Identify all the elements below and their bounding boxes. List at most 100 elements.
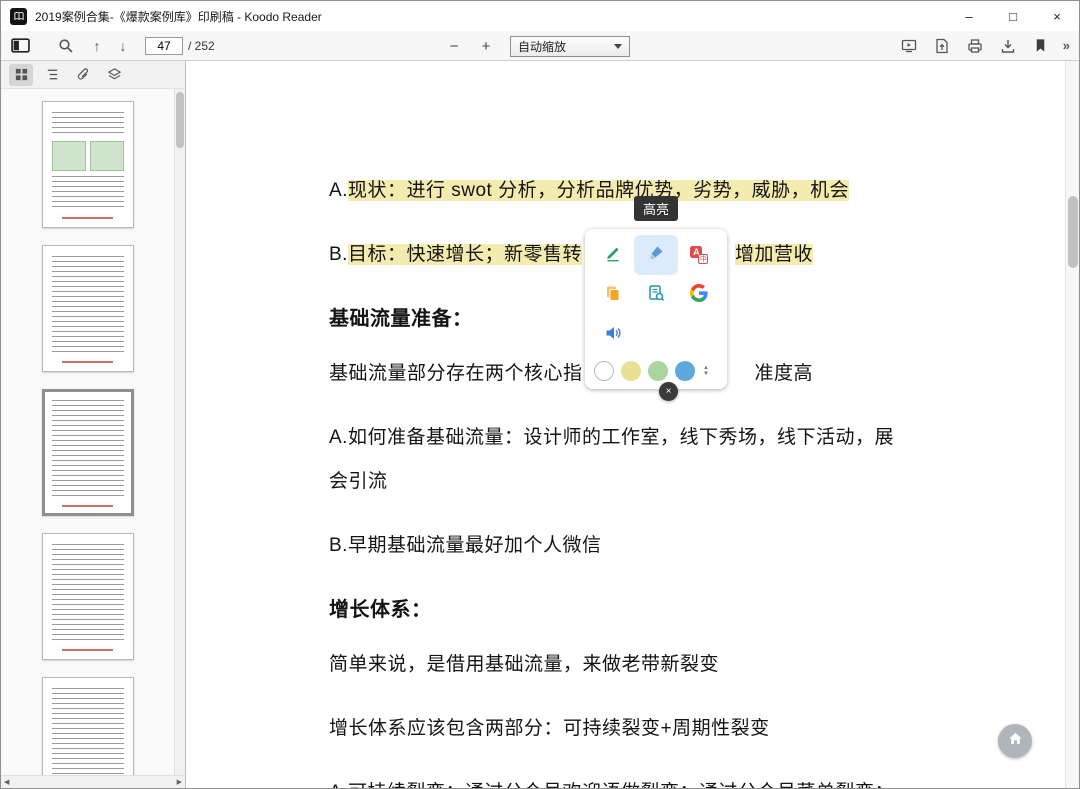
page-thumbnail[interactable] — [42, 101, 134, 228]
outline-tab[interactable] — [40, 64, 64, 86]
page-thumbnail[interactable] — [42, 389, 134, 516]
highlight-color-swatch[interactable] — [621, 361, 641, 381]
zoom-out-button[interactable]: − — [444, 38, 464, 55]
document-heading: 增长体系： — [329, 588, 907, 632]
text-run: 准度高 — [755, 363, 814, 384]
google-search-button[interactable] — [678, 275, 721, 315]
window-title: 2019案例合集-《爆款案例库》印刷稿 - Koodo Reader — [35, 8, 947, 25]
text-run: 基础流量部分存在两个核心指 — [329, 363, 583, 384]
search-in-doc-button[interactable] — [634, 275, 677, 315]
document-paragraph: B.早期基础流量最好加个人微信 — [329, 524, 907, 568]
copy-button[interactable] — [591, 275, 634, 315]
search-button[interactable] — [55, 35, 77, 57]
sidebar: ◀ ▶ — [1, 61, 186, 788]
text-run: A. — [329, 180, 348, 201]
document-viewer: A.现状：进行 swot 分析，分析品牌优势，劣势，威胁，机会 B.目标：快速增长… — [186, 61, 1079, 788]
text-run: B.早期基础流量最好加个人微信 — [329, 535, 601, 556]
annotation-tool-grid: A 中 — [591, 235, 721, 355]
pdf-toolbar: ↑ ↓ / 252 − + 自动缩放 — [1, 31, 1079, 61]
zoom-in-button[interactable]: + — [476, 38, 496, 55]
app-window: 2019案例合集-《爆款案例库》印刷稿 - Koodo Reader – □ ×… — [0, 0, 1080, 789]
pen-annotation-button[interactable] — [591, 235, 634, 275]
document-paragraph: 简单来说，是借用基础流量，来做老带新裂变 — [329, 643, 907, 687]
document-paragraph: 增长体系应该包含两部分：可持续裂变+周期性裂变 — [329, 707, 907, 751]
download-button[interactable] — [997, 35, 1019, 57]
print-button[interactable] — [964, 35, 986, 57]
translate-icon: A 中 — [690, 246, 708, 264]
highlight-button[interactable] — [634, 235, 677, 275]
scroll-right-icon[interactable]: ▶ — [177, 778, 182, 786]
thumbnails-tab[interactable] — [9, 64, 33, 86]
text-run: 增长体系： — [329, 599, 432, 621]
thumbnail-list — [1, 89, 174, 775]
page-thumbnail[interactable] — [42, 245, 134, 372]
scrollbar-thumb[interactable] — [1068, 196, 1078, 268]
translate-cjk-glyph: 中 — [698, 254, 708, 264]
scroll-left-icon[interactable]: ◀ — [4, 778, 9, 786]
highlighted-text: 增加营收 — [735, 244, 813, 265]
highlighted-text: 现状：进行 swot 分析，分析品牌优势，劣势，威胁，机会 — [348, 180, 849, 201]
highlighted-text: 目标：快速增长；新零售转 — [348, 244, 582, 265]
pen-annotation-icon — [604, 244, 622, 267]
scrollbar-thumb[interactable] — [176, 92, 184, 148]
minimize-button[interactable]: – — [947, 1, 991, 31]
zoom-select-value: 自动缩放 — [518, 38, 566, 55]
layers-tab[interactable] — [102, 64, 126, 86]
titlebar: 2019案例合集-《爆款案例库》印刷稿 - Koodo Reader – □ × — [1, 1, 1079, 31]
spinner-down-icon[interactable]: ▼ — [703, 371, 709, 377]
annotation-popup: A 中 — [585, 229, 727, 389]
copy-icon — [604, 284, 622, 307]
content-row: ◀ ▶ A.现状：进行 swot 分析，分析品牌优势，劣势，威胁，机会 B.目标：… — [1, 61, 1079, 788]
more-tools-button[interactable]: » — [1063, 38, 1070, 53]
sidebar-vertical-scrollbar[interactable] — [174, 89, 185, 775]
highlight-tooltip: 高亮 — [634, 196, 678, 221]
highlight-color-swatch[interactable] — [594, 361, 614, 381]
presentation-mode-button[interactable] — [898, 35, 920, 57]
maximize-button[interactable]: □ — [991, 1, 1035, 31]
document-paragraph: A.现状：进行 swot 分析，分析品牌优势，劣势，威胁，机会 — [329, 169, 907, 213]
chevron-down-icon — [614, 44, 622, 49]
text-to-speech-icon — [604, 324, 622, 347]
page-count-label: / 252 — [188, 39, 215, 53]
text-run: 简单来说，是借用基础流量，来做老带新裂变 — [329, 654, 719, 675]
toolbar-zoom-group: − + 自动缩放 — [444, 31, 630, 61]
text-run: A.可持续裂变：通过公众号欢迎语做裂变；通过公众号菜单裂变； — [329, 782, 894, 788]
popup-close-button[interactable]: × — [659, 382, 678, 401]
page-thumbnail[interactable] — [42, 677, 134, 775]
toolbar-left-group: ↑ ↓ / 252 — [1, 35, 215, 57]
sidebar-horizontal-scrollbar[interactable]: ◀ ▶ — [1, 775, 185, 788]
previous-page-button[interactable]: ↑ — [87, 38, 107, 54]
zoom-select[interactable]: 自动缩放 — [510, 36, 630, 57]
app-logo-icon — [10, 8, 27, 25]
highlight-color-row: ▲ ▼ — [591, 355, 721, 385]
color-spinner[interactable]: ▲ ▼ — [703, 365, 709, 377]
highlight-color-swatch[interactable] — [675, 361, 695, 381]
google-search-icon — [690, 284, 708, 307]
text-run: 增长体系应该包含两部分：可持续裂变+周期性裂变 — [329, 718, 770, 739]
speech-button[interactable] — [591, 315, 634, 355]
document-paragraph: A.可持续裂变：通过公众号欢迎语做裂变；通过公众号菜单裂变； — [329, 771, 907, 788]
home-button[interactable] — [998, 724, 1032, 758]
attachments-tab[interactable] — [71, 64, 95, 86]
page-thumbnail[interactable] — [42, 533, 134, 660]
translate-button[interactable]: A 中 — [678, 235, 721, 275]
home-icon — [1007, 730, 1024, 752]
text-run: B. — [329, 244, 348, 265]
search-in-document-icon — [647, 284, 665, 307]
highlight-marker-icon — [647, 244, 665, 267]
document-paragraph: A.如何准备基础流量：设计师的工作室，线下秀场，线下活动，展会引流 — [329, 416, 907, 504]
bookmark-button[interactable] — [1030, 35, 1052, 57]
highlight-color-swatch[interactable] — [648, 361, 668, 381]
text-run: A.如何准备基础流量：设计师的工作室，线下秀场，线下活动，展会引流 — [329, 427, 894, 492]
close-button[interactable]: × — [1035, 1, 1079, 31]
sidebar-tabs — [1, 61, 185, 89]
sidebar-content — [1, 89, 185, 775]
sidebar-toggle-button[interactable] — [9, 35, 31, 57]
page-number-input[interactable] — [145, 37, 183, 55]
main-vertical-scrollbar[interactable] — [1065, 61, 1079, 788]
document-content: A.现状：进行 swot 分析，分析品牌优势，劣势，威胁，机会 B.目标：快速增长… — [186, 61, 1079, 788]
toolbar-right-group: » — [898, 35, 1079, 57]
text-run: 基础流量准备： — [329, 308, 473, 330]
open-file-button[interactable] — [931, 35, 953, 57]
next-page-button[interactable]: ↓ — [113, 38, 133, 54]
